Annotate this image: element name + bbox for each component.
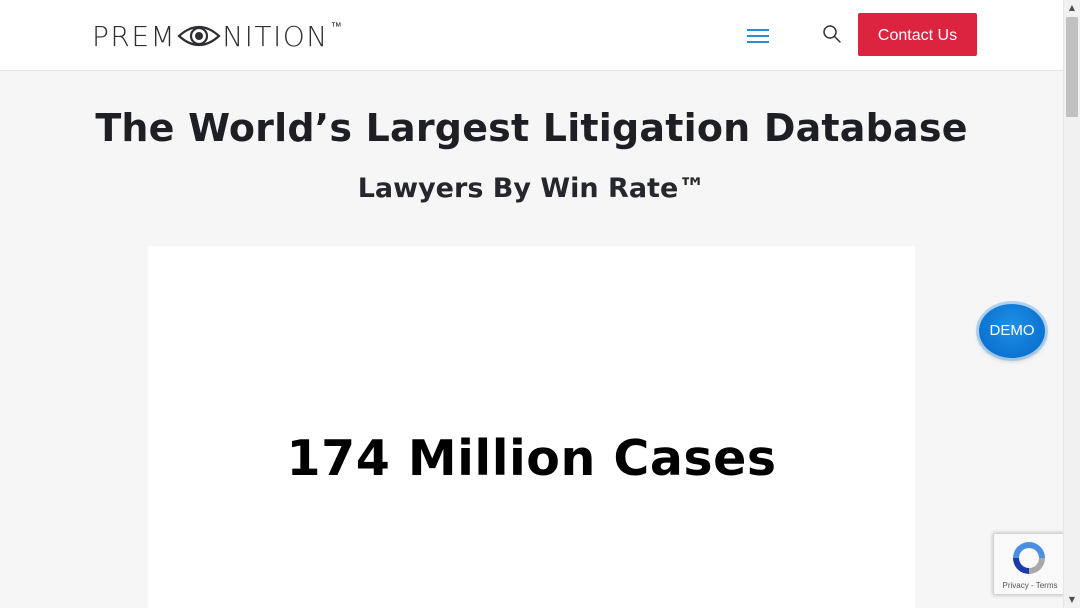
scrollbar-thumb[interactable] — [1066, 17, 1078, 117]
privacy-link[interactable]: Privacy — [1003, 581, 1029, 590]
page-title: The World’s Largest Litigation Database — [95, 106, 968, 150]
scroll-down-arrow-icon[interactable]: ▼ — [1064, 592, 1080, 608]
eye-icon — [177, 25, 221, 47]
terms-link[interactable]: Terms — [1036, 581, 1058, 590]
site-header: PREM NITION ™ Contact Us — [0, 0, 1063, 71]
recaptcha-links: Privacy - Terms — [994, 581, 1066, 590]
scroll-up-arrow-icon[interactable]: ▲ — [1064, 0, 1080, 16]
page: PREM NITION ™ Contact Us The World’s Lar… — [0, 0, 1080, 608]
feature-headline: 174 Million Cases — [286, 430, 777, 487]
logo-text-start: PREM — [92, 19, 177, 53]
logo-text-end: NITION — [222, 19, 329, 53]
links-separator: - — [1030, 581, 1034, 590]
feature-panel — [148, 246, 915, 608]
trademark-symbol: ™ — [330, 20, 342, 33]
hamburger-menu-icon[interactable] — [747, 26, 771, 44]
contact-us-button[interactable]: Contact Us — [858, 13, 977, 56]
recaptcha-badge[interactable]: Privacy - Terms — [993, 533, 1065, 595]
page-subtitle: Lawyers By Win Rate™ — [357, 173, 706, 204]
vertical-scrollbar[interactable]: ▲ ▼ — [1063, 0, 1080, 608]
search-icon[interactable] — [822, 24, 842, 44]
premonition-logo[interactable]: PREM NITION ™ — [92, 18, 342, 54]
recaptcha-icon — [1013, 542, 1045, 574]
demo-button[interactable]: DEMO — [979, 304, 1045, 358]
